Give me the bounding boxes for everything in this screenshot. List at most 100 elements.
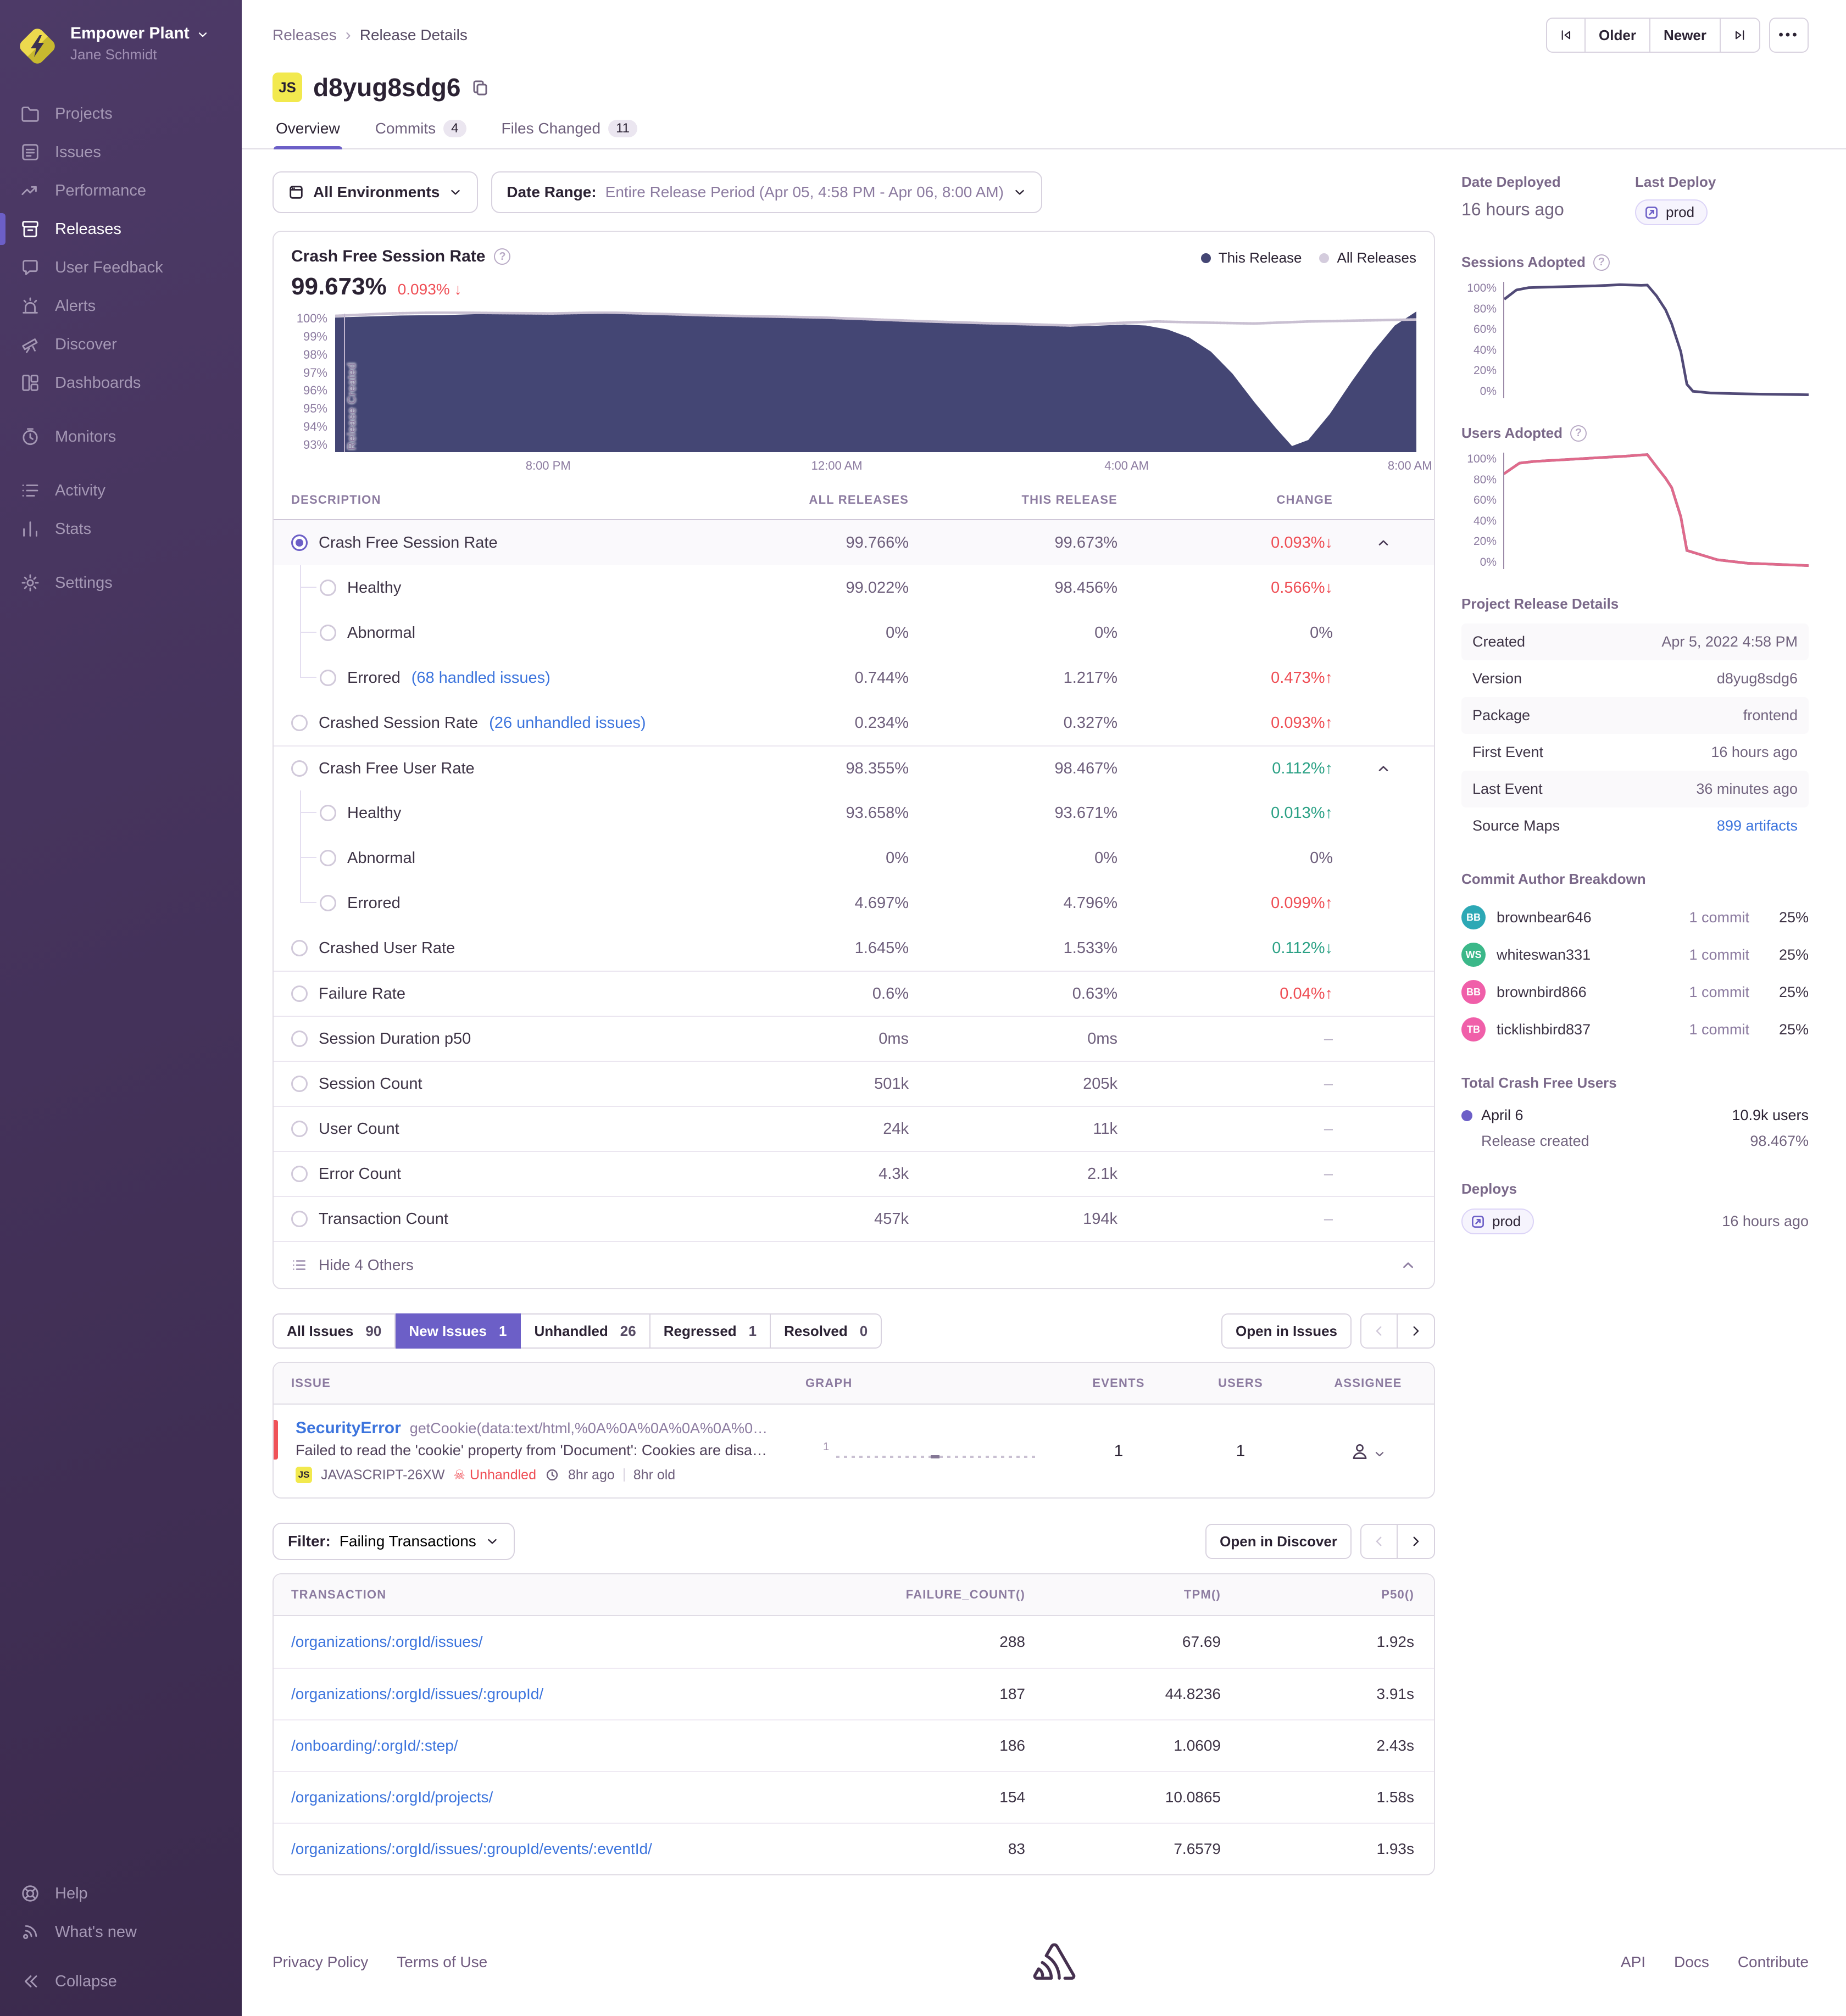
transaction-link[interactable]: /organizations/:orgId/projects/ <box>274 1789 847 1806</box>
issue-row[interactable]: SecurityError getCookie(data:text/html,%… <box>274 1405 1434 1497</box>
sidebar-item-stats[interactable]: Stats <box>0 510 242 548</box>
issue-assignee-dropdown[interactable] <box>1302 1441 1434 1461</box>
sidebar-item-settings[interactable]: Settings <box>0 564 242 602</box>
date-range-filter[interactable]: Date Range: Entire Release Period (Apr 0… <box>491 171 1042 213</box>
metric-row[interactable]: Transaction Count 457k 194k – <box>274 1196 1434 1241</box>
oldest-release-button[interactable] <box>1546 18 1586 53</box>
open-in-issues-button[interactable]: Open in Issues <box>1221 1313 1352 1349</box>
metric-radio[interactable] <box>291 985 308 1002</box>
metric-radio[interactable] <box>320 625 336 641</box>
footer-link[interactable]: Contribute <box>1738 1953 1809 1971</box>
breadcrumb-releases[interactable]: Releases <box>273 26 337 44</box>
transaction-link[interactable]: /onboarding/:orgId/:step/ <box>274 1737 847 1755</box>
sidebar-item-whats-new[interactable]: What's new <box>0 1913 242 1951</box>
sidebar-item-releases[interactable]: Releases <box>0 210 242 248</box>
sidebar-item-collapse[interactable]: Collapse <box>0 1962 242 2001</box>
chevron-up-icon[interactable] <box>1376 761 1391 776</box>
metric-row[interactable]: Healthy 93.658% 93.671% 0.013%↑ <box>274 790 1434 836</box>
metric-row[interactable]: Session Count 501k 205k – <box>274 1061 1434 1106</box>
metric-row[interactable]: Errored 4.697% 4.796% 0.099%↑ <box>274 881 1434 926</box>
detail-label: Last Event <box>1472 781 1543 797</box>
footer-link[interactable]: API <box>1621 1953 1645 1971</box>
metric-radio[interactable] <box>291 760 308 777</box>
metric-row[interactable]: User Count 24k 11k – <box>274 1106 1434 1151</box>
metric-row[interactable]: Crash Free User Rate 98.355% 98.467% 0.112%… <box>274 745 1434 790</box>
issues-tab-regressed[interactable]: Regressed 1 <box>650 1313 771 1349</box>
sidebar-item-label: Settings <box>55 573 113 592</box>
metric-row[interactable]: Abnormal 0% 0% 0% <box>274 610 1434 655</box>
older-button[interactable]: Older <box>1586 18 1650 53</box>
transactions-filter[interactable]: Filter: Failing Transactions <box>273 1523 515 1560</box>
sidebar-item-help[interactable]: Help <box>0 1874 242 1913</box>
sidebar-item-issues[interactable]: Issues <box>0 133 242 171</box>
metric-radio[interactable] <box>291 1076 308 1092</box>
metric-radio[interactable] <box>291 1211 308 1227</box>
metric-row[interactable]: Session Duration p50 0ms 0ms – <box>274 1016 1434 1061</box>
metric-change-value: 0.112%↓ <box>1117 939 1333 957</box>
sidebar-item-monitors[interactable]: Monitors <box>0 417 242 456</box>
metric-radio[interactable] <box>291 1166 308 1182</box>
help-circle-icon[interactable]: ? <box>1593 254 1610 271</box>
sidebar-item-projects[interactable]: Projects <box>0 94 242 133</box>
metric-issues-link[interactable]: (26 unhandled issues) <box>489 714 646 732</box>
sidebar-item-discover[interactable]: Discover <box>0 325 242 364</box>
sidebar-item-dashboards[interactable]: Dashboards <box>0 364 242 402</box>
sidebar-item-alerts[interactable]: Alerts <box>0 287 242 325</box>
deploy-env-pill[interactable]: prod <box>1461 1209 1534 1234</box>
transaction-link[interactable]: /organizations/:orgId/issues/:groupId/ev… <box>274 1840 847 1858</box>
metric-radio[interactable] <box>291 1121 308 1137</box>
deploy-env-pill[interactable]: prod <box>1635 199 1708 225</box>
metric-row[interactable]: Crashed User Rate 1.645% 1.533% 0.112%↓ <box>274 926 1434 971</box>
issues-tab-new-issues[interactable]: New Issues 1 <box>396 1313 521 1349</box>
chevron-up-icon[interactable] <box>1376 535 1391 550</box>
more-actions-button[interactable]: ••• <box>1769 18 1809 53</box>
issues-tab-resolved[interactable]: Resolved 0 <box>771 1313 882 1349</box>
metric-radio[interactable] <box>291 940 308 956</box>
issue-title-link[interactable]: SecurityError <box>296 1419 401 1438</box>
help-circle-icon[interactable]: ? <box>1570 425 1587 442</box>
footer-link[interactable]: Terms of Use <box>397 1953 487 1971</box>
metric-radio[interactable] <box>320 850 336 866</box>
newest-release-button[interactable] <box>1721 18 1760 53</box>
metric-row[interactable]: Crash Free Session Rate 99.766% 99.673% 0.0… <box>274 520 1434 565</box>
metric-radio[interactable] <box>291 1031 308 1047</box>
prev-page-button[interactable] <box>1360 1524 1398 1559</box>
transaction-link[interactable]: /organizations/:orgId/issues/:groupId/ <box>274 1685 847 1703</box>
issues-tab-all-issues[interactable]: All Issues 90 <box>273 1313 396 1349</box>
metric-radio[interactable] <box>291 715 308 731</box>
tab-commits[interactable]: Commits 4 <box>373 120 469 148</box>
metric-radio[interactable] <box>291 534 308 551</box>
next-page-button[interactable] <box>1398 1524 1435 1559</box>
metric-row[interactable]: Healthy 99.022% 98.456% 0.566%↓ <box>274 565 1434 610</box>
tab-files-changed[interactable]: Files Changed 11 <box>499 120 640 148</box>
tab-overview[interactable]: Overview <box>274 120 343 149</box>
help-circle-icon[interactable]: ? <box>494 248 511 265</box>
metric-radio[interactable] <box>320 580 336 596</box>
metric-row[interactable]: Errored (68 handled issues) 0.744% 1.217% 0.… <box>274 655 1434 700</box>
footer-link[interactable]: Privacy Policy <box>273 1953 368 1971</box>
issues-tab-unhandled[interactable]: Unhandled 26 <box>521 1313 650 1349</box>
metric-radio[interactable] <box>320 805 336 821</box>
environment-filter[interactable]: All Environments <box>273 171 479 213</box>
copy-icon[interactable] <box>471 79 489 96</box>
metric-issues-link[interactable]: (68 handled issues) <box>412 669 551 687</box>
source-maps-link[interactable]: 899 artifacts <box>1717 817 1798 834</box>
metric-row[interactable]: Crashed Session Rate (26 unhandled issues… <box>274 700 1434 745</box>
open-in-discover-button[interactable]: Open in Discover <box>1205 1524 1352 1559</box>
metric-radio[interactable] <box>320 670 336 686</box>
metric-row[interactable]: Error Count 4.3k 2.1k – <box>274 1151 1434 1196</box>
prev-page-button[interactable] <box>1360 1313 1398 1349</box>
metric-row[interactable]: Failure Rate 0.6% 0.63% 0.04%↑ <box>274 971 1434 1016</box>
transaction-link[interactable]: /organizations/:orgId/issues/ <box>274 1633 847 1651</box>
footer-link[interactable]: Docs <box>1674 1953 1709 1971</box>
sidebar-item-user-feedback[interactable]: User Feedback <box>0 248 242 287</box>
sidebar-item-activity[interactable]: Activity <box>0 471 242 510</box>
hide-others-toggle[interactable]: Hide 4 Others <box>274 1241 1434 1288</box>
sidebar-item-performance[interactable]: Performance <box>0 171 242 210</box>
newer-button[interactable]: Newer <box>1650 18 1721 53</box>
next-page-button[interactable] <box>1398 1313 1435 1349</box>
metric-name: User Count <box>319 1120 399 1138</box>
metric-row[interactable]: Abnormal 0% 0% 0% <box>274 836 1434 881</box>
org-switcher[interactable]: Empower Plant Jane Schmidt <box>0 18 242 70</box>
metric-radio[interactable] <box>320 895 336 911</box>
